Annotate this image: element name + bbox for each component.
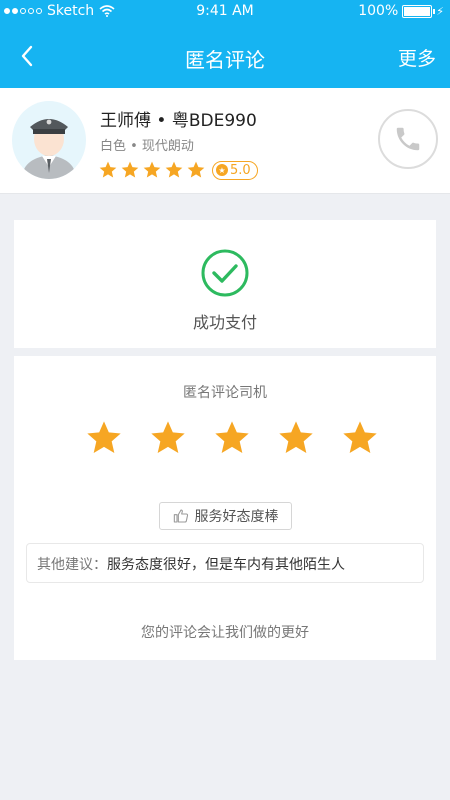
- check-circle-icon: [201, 249, 249, 297]
- header: Sketch 9:41 AM 100% ⚡ 匿名评论 更多: [0, 0, 450, 88]
- suggestion-label: 其他建议：: [37, 557, 107, 573]
- rating-badge: ★ 5.0: [212, 160, 258, 180]
- star-icon[interactable]: [340, 418, 380, 458]
- phone-icon: [396, 127, 420, 151]
- call-button[interactable]: [378, 109, 438, 169]
- more-button[interactable]: 更多: [398, 44, 436, 71]
- suggestion-field[interactable]: 其他建议：服务态度很好，但是车内有其他陌生人: [26, 543, 424, 583]
- status-bar: Sketch 9:41 AM 100% ⚡: [0, 0, 450, 24]
- suggestion-text: 服务态度很好，但是车内有其他陌生人: [107, 557, 345, 573]
- driver-rating: ★ 5.0: [98, 160, 258, 180]
- status-right: 100% ⚡: [358, 3, 444, 19]
- star-icon: [143, 161, 161, 178]
- footer-note: 您的评论会让我们做的更好: [141, 625, 309, 641]
- page-title: 匿名评论: [185, 48, 265, 72]
- star-icon[interactable]: [276, 418, 316, 458]
- star-icon: [187, 161, 205, 178]
- thumbs-up-icon: [173, 509, 188, 523]
- star-icon[interactable]: [212, 418, 252, 458]
- rating-card: 匿名评论司机 服务好态度棒 其他建议：服务态度很好，但是车内有其他陌生人 您的评…: [14, 356, 436, 660]
- avatar: [12, 101, 86, 179]
- driver-name: 王师傅 • 粤BDE990: [100, 111, 257, 131]
- rating-title: 匿名评论司机: [183, 385, 267, 401]
- nav-bar: 匿名评论 更多: [0, 24, 450, 88]
- star-icon[interactable]: [84, 418, 124, 458]
- star-icon[interactable]: [148, 418, 188, 458]
- battery-icon: [402, 4, 436, 18]
- tag-button[interactable]: 服务好态度棒: [159, 502, 292, 530]
- battery-percent: 100%: [358, 3, 399, 19]
- payment-status: 成功支付: [192, 313, 257, 332]
- rating-value: 5.0: [230, 162, 251, 178]
- tag-label: 服务好态度棒: [194, 509, 279, 525]
- rating-stars: [84, 418, 380, 458]
- star-icon: [165, 161, 183, 178]
- driver-car: 白色 • 现代朗动: [100, 139, 194, 154]
- charging-icon: ⚡: [436, 4, 444, 18]
- star-icon: [99, 161, 117, 178]
- star-icon: [121, 161, 139, 178]
- payment-card: 成功支付: [14, 220, 436, 348]
- driver-card: 王师傅 • 粤BDE990 白色 • 现代朗动 ★ 5.0: [0, 88, 450, 194]
- medal-icon: ★: [216, 164, 228, 176]
